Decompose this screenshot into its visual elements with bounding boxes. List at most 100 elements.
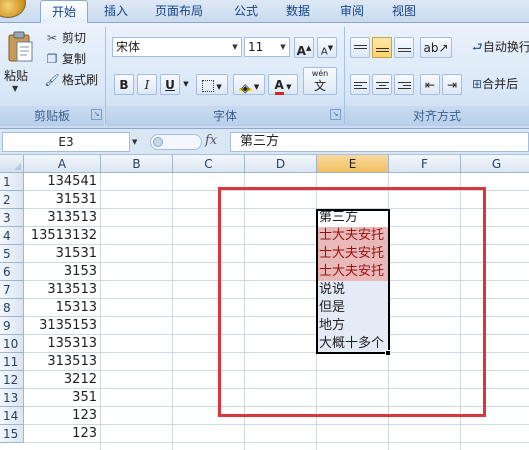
fill-handle[interactable] — [385, 350, 391, 356]
grow-font-button[interactable]: A▲ — [294, 37, 314, 58]
row-header-6[interactable]: 6 — [0, 263, 24, 281]
copy-button[interactable]: ❐ 复制 — [44, 50, 86, 68]
cell-a13[interactable]: 351 — [24, 389, 100, 407]
cell-a8[interactable]: 15313 — [24, 299, 100, 317]
cell-a11[interactable]: 313513 — [24, 353, 100, 371]
formula-bar-splitter[interactable] — [150, 134, 202, 150]
insert-function-icon[interactable]: fx — [205, 133, 229, 148]
cell-a15[interactable]: 123 — [24, 425, 100, 443]
tab-view[interactable]: 视图 — [382, 0, 426, 23]
clipboard-launcher-icon[interactable]: ↘ — [91, 109, 102, 120]
align-middle-button[interactable] — [372, 37, 392, 58]
cell-a3[interactable]: 313513 — [24, 209, 100, 227]
cell-e7[interactable]: 说说 — [317, 281, 389, 299]
tab-insert[interactable]: 插入 — [90, 0, 142, 23]
align-right-button[interactable] — [394, 74, 414, 95]
row-header-3[interactable]: 3 — [0, 209, 24, 227]
row-header-14[interactable]: 14 — [0, 407, 24, 425]
increase-indent-button[interactable]: ⇥ — [442, 74, 462, 95]
borders-button[interactable]: ▼ — [196, 74, 228, 95]
align-bottom-button[interactable] — [394, 37, 414, 58]
cell-e4[interactable]: 士大夫安托 — [317, 227, 389, 245]
cell-a5[interactable]: 31531 — [24, 245, 100, 263]
row-header-2[interactable]: 2 — [0, 191, 24, 209]
name-box[interactable]: E3 — [2, 132, 130, 152]
formula-input[interactable]: 第三方 — [230, 132, 529, 152]
merge-label: 合并后 — [482, 77, 519, 91]
align-center-button[interactable] — [372, 74, 392, 95]
cell-a7[interactable]: 313513 — [24, 281, 100, 299]
chevron-down-icon[interactable]: ▼ — [181, 74, 191, 95]
office-button[interactable] — [0, 0, 26, 18]
wrap-text-button[interactable]: ⮐自动换行 — [472, 37, 529, 58]
select-all-button[interactable] — [0, 155, 24, 173]
cell-a14[interactable]: 123 — [24, 407, 100, 425]
column-header-g[interactable]: G — [461, 155, 529, 173]
row-header-13[interactable]: 13 — [0, 389, 24, 407]
format-painter-button[interactable]: 🖌 格式刷 — [44, 71, 98, 89]
row-header-1[interactable]: 1 — [0, 173, 24, 191]
cell-a9[interactable]: 3135153 — [24, 317, 100, 335]
chevron-down-icon: ▼ — [251, 83, 260, 91]
align-left-button[interactable] — [350, 74, 370, 95]
cell-a4[interactable]: 13513132 — [24, 227, 100, 245]
paste-button-label[interactable]: 粘贴 — [4, 67, 28, 84]
cut-button[interactable]: ✂ 剪切 — [44, 29, 86, 47]
tab-home[interactable]: 开始 — [40, 0, 88, 24]
tab-data[interactable]: 数据 — [276, 0, 320, 23]
row-header-4[interactable]: 4 — [0, 227, 24, 245]
chevron-down-icon[interactable]: ▼ — [277, 38, 289, 56]
tab-page-layout[interactable]: 页面布局 — [146, 0, 212, 23]
italic-button[interactable]: I — [137, 74, 157, 95]
chevron-down-icon[interactable]: ▼ — [229, 38, 241, 56]
column-header-f[interactable]: F — [389, 155, 461, 173]
column-header-a[interactable]: A — [24, 155, 101, 173]
column-header-e[interactable]: E — [317, 155, 389, 173]
row-header-5[interactable]: 5 — [0, 245, 24, 263]
row-header-15[interactable]: 15 — [0, 425, 24, 443]
row-header-10[interactable]: 10 — [0, 335, 24, 353]
cell-a12[interactable]: 3212 — [24, 371, 100, 389]
worksheet-grid[interactable]: A B C D E F G 1 134541 2 31531 3 313513 4 13513… — [0, 155, 529, 450]
font-color-button[interactable]: A ▼ — [268, 74, 298, 95]
row-header-9[interactable]: 9 — [0, 317, 24, 335]
cell-a10[interactable]: 135313 — [24, 335, 100, 353]
orientation-button[interactable]: ab↗ — [420, 37, 452, 58]
decrease-indent-button[interactable]: ⇤ — [420, 74, 440, 95]
tab-review[interactable]: 审阅 — [330, 0, 374, 23]
underline-button[interactable]: U — [160, 74, 180, 95]
paste-icon[interactable] — [6, 31, 34, 63]
tab-formulas[interactable]: 公式 — [224, 0, 268, 23]
row-header-11[interactable]: 11 — [0, 353, 24, 371]
cell-a2[interactable]: 31531 — [24, 191, 100, 209]
splitter-knob[interactable] — [153, 137, 163, 147]
align-top-button[interactable] — [350, 37, 370, 58]
cell-a1[interactable]: 134541 — [24, 173, 100, 191]
chevron-down-icon: ▼ — [283, 83, 292, 91]
font-size-combo[interactable]: 11 ▼ — [244, 37, 290, 57]
chevron-down-icon: ▼ — [214, 83, 222, 91]
chevron-down-icon[interactable]: ▼ — [12, 84, 18, 93]
cell-e6[interactable]: 士大夫安托 — [317, 263, 389, 281]
cell-a6[interactable]: 3153 — [24, 263, 100, 281]
column-header-d[interactable]: D — [245, 155, 317, 173]
phonetic-guide-button[interactable]: wén 文 — [303, 67, 337, 95]
merge-center-button[interactable]: ⊞合并后 — [472, 74, 529, 95]
column-header-c[interactable]: C — [173, 155, 245, 173]
cell-e9[interactable]: 地方 — [317, 317, 389, 335]
cell-e5[interactable]: 士大夫安托 — [317, 245, 389, 263]
fill-color-button[interactable]: ◈ ▼ — [233, 74, 265, 95]
font-launcher-icon[interactable]: ↘ — [330, 109, 341, 120]
column-header-b[interactable]: B — [101, 155, 173, 173]
row-header-7[interactable]: 7 — [0, 281, 24, 299]
cell-e10[interactable]: 大概十多个 — [317, 335, 389, 353]
chevron-down-icon[interactable]: ▼ — [132, 138, 137, 146]
font-color-icon: A — [274, 78, 284, 95]
cell-e3[interactable]: 第三方 — [317, 209, 389, 227]
shrink-font-button[interactable]: A▼ — [317, 37, 337, 58]
bold-button[interactable]: B — [114, 74, 134, 95]
font-name-combo[interactable]: 宋体 ▼ — [112, 37, 242, 57]
cell-e8[interactable]: 但是 — [317, 299, 389, 317]
row-header-12[interactable]: 12 — [0, 371, 24, 389]
row-header-8[interactable]: 8 — [0, 299, 24, 317]
